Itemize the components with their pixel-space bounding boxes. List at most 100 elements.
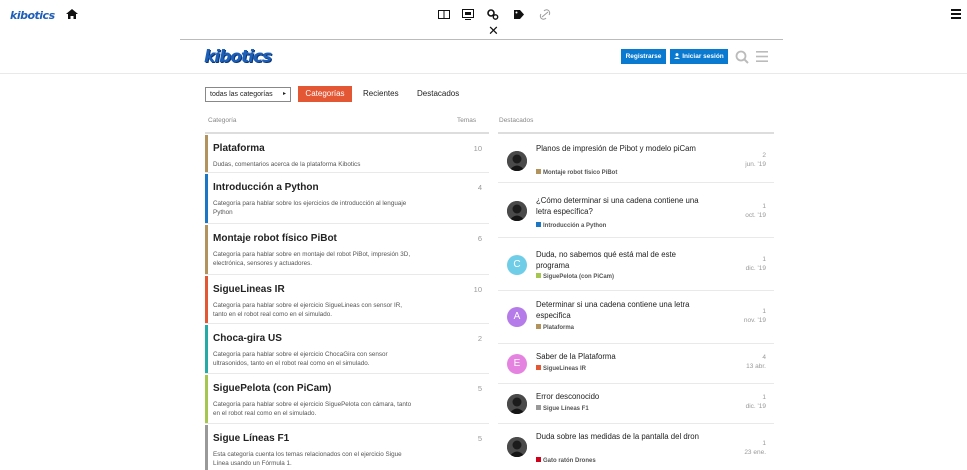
forum-menu-icon[interactable] [756,51,768,62]
topic-title[interactable]: Duda sobre las medidas de la pantalla de… [536,431,711,442]
category-color-bar [205,276,208,323]
site-logo[interactable]: kibotics [10,9,55,22]
topic-date[interactable]: dic. '19 [746,264,766,273]
topic-title[interactable]: ¿Cómo determinar si una cadena contiene … [536,195,711,217]
category-name[interactable]: Choca-gira US [213,333,282,344]
category-topic-count: 5 [477,434,482,443]
tab-featured[interactable]: Destacados [417,86,459,102]
book-icon[interactable] [438,9,450,20]
category-row[interactable]: SigueLineas IR Categoría para hablar sob… [205,276,489,324]
reply-count: 1 [762,203,766,210]
user-avatar[interactable] [507,201,527,221]
category-topic-count: 4 [477,183,482,192]
reply-count: 2 [762,152,766,159]
user-avatar[interactable] [507,151,527,171]
register-button[interactable]: Registrarse [621,49,666,64]
hamburger-menu-icon[interactable] [951,9,961,19]
category-description: Categoría para hablar sobre el ejercicio… [213,351,388,367]
featured-topic[interactable]: C Duda, no sabemos qué está mal de este … [498,239,774,291]
topic-meta: 1 dic. '19 [746,393,766,411]
search-icon[interactable] [735,50,749,64]
featured-topic[interactable]: Error desconocido Sigue Líneas F1 1 dic. … [498,385,774,424]
topic-category-label[interactable]: Gato ratón Drones [536,457,596,464]
forum-header: kibotics Registrarse Iniciar sesión [0,40,967,74]
category-header-rule [205,132,489,134]
topic-meta: 1 nov. '19 [744,307,766,325]
category-name[interactable]: Sigue Líneas F1 [213,433,289,444]
login-label: Iniciar sesión [682,53,724,60]
home-icon[interactable] [66,9,78,19]
category-description: Categoría para hablar sobre los ejercici… [213,200,407,216]
topic-date[interactable]: dic. '19 [746,402,766,411]
topic-meta: 1 dic. '19 [746,255,766,273]
reply-count: 1 [762,256,766,263]
category-row[interactable]: Plataforma Dudas, comentarios acerca de … [205,135,489,173]
category-dropdown-label: todas las categorías [210,91,273,98]
category-name[interactable]: Montaje robot físico PiBot [213,233,337,244]
category-name[interactable]: SiguePelota (con PiCam) [213,383,331,394]
topic-date[interactable]: nov. '19 [744,316,766,325]
user-avatar[interactable]: C [507,255,527,275]
category-color-square [536,365,541,370]
topic-meta: 1 23 ene. [744,439,766,457]
featured-topic[interactable]: Duda sobre las medidas de la pantalla de… [498,425,774,470]
topic-category-label[interactable]: Montaje robot físico PiBot [536,169,617,176]
category-description: Categoría para hablar sobre el ejercicio… [213,302,403,318]
category-topic-count: 10 [473,285,482,294]
category-color-square [536,273,541,278]
user-avatar[interactable] [507,437,527,457]
featured-topic[interactable]: E Saber de la Plataforma SigueLineas IR … [498,345,774,384]
category-row[interactable]: Sigue Líneas F1 Esta categoría cuenta lo… [205,425,489,470]
topic-title[interactable]: Error desconocido [536,391,711,402]
topics-column-header: Temas [457,117,477,124]
tab-categories[interactable]: Categorías [298,86,352,102]
topic-date[interactable]: jun. '19 [745,160,766,169]
category-description: Categoría para hablar sobre en montaje d… [213,251,411,267]
featured-topic[interactable]: Planos de impresión de Pibot y modelo pi… [498,135,774,183]
topic-meta: 4 13 abr. [746,353,766,371]
topic-title[interactable]: Duda, no sabemos qué está mal de este pr… [536,249,711,271]
category-color-bar [205,135,208,172]
topic-category-label[interactable]: SigueLineas IR [536,365,586,372]
topic-title[interactable]: Determinar si una cadena contiene una le… [536,299,711,321]
topic-title[interactable]: Saber de la Plataforma [536,351,711,362]
user-avatar[interactable]: E [507,354,527,374]
login-button[interactable]: Iniciar sesión [670,49,728,64]
topic-date[interactable]: 13 abr. [746,362,766,371]
category-name[interactable]: SigueLineas IR [213,284,285,295]
user-avatar[interactable]: A [507,307,527,327]
category-row[interactable]: Montaje robot físico PiBot Categoría par… [205,225,489,275]
topic-category-name: Montaje robot físico PiBot [543,170,618,176]
link-icon[interactable] [539,9,551,20]
category-color-bar [205,225,208,274]
tab-recent[interactable]: Recientes [363,86,399,102]
reply-count: 1 [762,308,766,315]
category-row[interactable]: SiguePelota (con PiCam) Categoría para h… [205,375,489,424]
tag-icon[interactable] [513,9,525,20]
category-name[interactable]: Introducción a Python [213,182,319,193]
reply-count: 1 [762,440,766,447]
category-description: Dudas, comentarios acerca de la platafor… [213,161,361,168]
category-name[interactable]: Plataforma [213,143,265,154]
category-row[interactable]: Choca-gira US Categoría para hablar sobr… [205,325,489,374]
close-icon[interactable]: ✕ [488,25,499,38]
featured-topic[interactable]: ¿Cómo determinar si una cadena contiene … [498,184,774,238]
category-dropdown[interactable]: todas las categorías ▸ [205,87,291,102]
forum-logo[interactable]: kibotics [204,47,272,67]
topic-category-label[interactable]: Introducción a Python [536,222,606,229]
gears-icon[interactable] [487,9,499,20]
topic-category-name: SigueLineas IR [543,366,587,372]
user-avatar[interactable] [507,394,527,414]
topic-category-name: Gato ratón Drones [543,458,596,464]
featured-topic[interactable]: A Determinar si una cadena contiene una … [498,292,774,344]
topic-meta: 1 oct. '19 [745,202,766,220]
topic-date[interactable]: 23 ene. [744,448,766,457]
topic-date[interactable]: oct. '19 [745,211,766,220]
category-color-bar [205,174,208,223]
topic-category-label[interactable]: SiguePelota (con PiCam) [536,273,614,280]
category-row[interactable]: Introducción a Python Categoría para hab… [205,174,489,224]
topic-title[interactable]: Planos de impresión de Pibot y modelo pi… [536,143,711,154]
topic-category-label[interactable]: Sigue Líneas F1 [536,405,589,412]
topic-category-label[interactable]: Plataforma [536,324,574,331]
monitor-icon[interactable] [462,9,474,20]
